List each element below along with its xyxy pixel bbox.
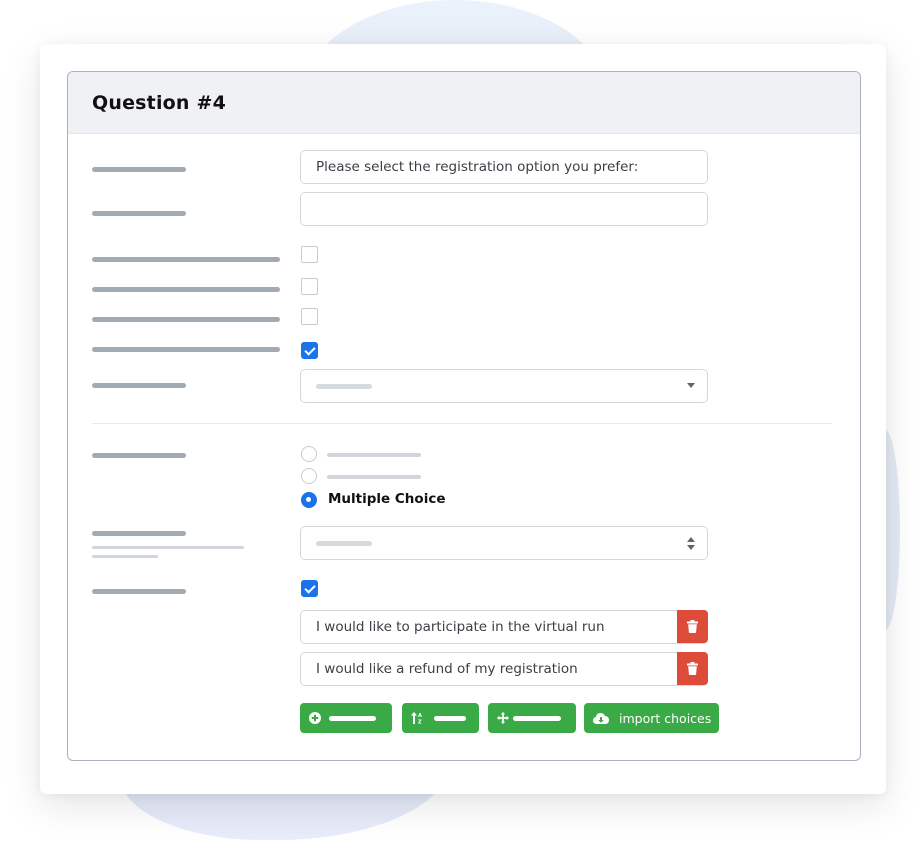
import-choices-button[interactable]: import choices: [584, 703, 719, 733]
option-checkbox[interactable]: [301, 246, 318, 263]
option-checkbox[interactable]: [301, 278, 318, 295]
move-choices-button[interactable]: [488, 703, 576, 733]
field-label-placeholder: [92, 167, 186, 172]
question-text-input[interactable]: Please select the registration option yo…: [300, 150, 708, 184]
choice-input[interactable]: I would like a refund of my registration: [300, 652, 708, 686]
trash-icon: [687, 662, 698, 675]
radio-label-placeholder: [327, 453, 421, 457]
panel-title: Question #4: [92, 91, 227, 114]
button-label-placeholder: [434, 715, 466, 721]
option-checkbox-checked[interactable]: [301, 342, 318, 359]
field-label-placeholder: [92, 257, 280, 262]
question-panel: Question #4 Please select the registrati…: [67, 71, 861, 761]
card: Question #4 Please select the registrati…: [40, 44, 886, 794]
choice-input[interactable]: I would like to participate in the virtu…: [300, 610, 708, 644]
select-value-placeholder: [316, 383, 372, 389]
choice-text: I would like a refund of my registration: [316, 661, 578, 677]
chevron-down-icon: [687, 383, 695, 388]
move-arrows-icon: [497, 712, 509, 724]
radio-label-multiple-choice: Multiple Choice: [328, 491, 446, 507]
field-label-placeholder: [92, 589, 186, 594]
import-choices-label: import choices: [619, 710, 712, 726]
sort-updown-icon: [687, 537, 696, 550]
type-radio[interactable]: [301, 468, 317, 484]
plus-circle-icon: [309, 712, 321, 724]
setting-checkbox-checked[interactable]: [301, 580, 318, 597]
radio-label-placeholder: [327, 475, 421, 479]
delete-choice-button[interactable]: [677, 652, 708, 685]
section-divider: [92, 423, 832, 424]
field-label-placeholder: [92, 453, 186, 458]
add-choice-button[interactable]: [300, 703, 392, 733]
trash-icon: [687, 620, 698, 633]
dropdown-select[interactable]: [300, 369, 708, 403]
field-label-placeholder: [92, 383, 186, 388]
type-select[interactable]: [300, 526, 708, 560]
panel-header: Question #4: [68, 72, 860, 134]
field-label-placeholder: [92, 287, 280, 292]
field-help-placeholder: [92, 546, 244, 549]
field-label-placeholder: [92, 347, 280, 352]
sort-alpha-icon: A Z: [411, 712, 422, 725]
button-label-placeholder: [513, 715, 561, 721]
button-label-placeholder: [329, 715, 376, 721]
delete-choice-button[interactable]: [677, 610, 708, 643]
sort-choices-button[interactable]: A Z: [402, 703, 479, 733]
field-help-placeholder: [92, 555, 158, 558]
choice-text: I would like to participate in the virtu…: [316, 619, 605, 635]
type-radio[interactable]: [301, 446, 317, 462]
svg-text:Z: Z: [418, 720, 422, 725]
type-radio-multiple-choice[interactable]: [301, 492, 317, 508]
field-label-placeholder: [92, 211, 186, 216]
field-label-placeholder: [92, 531, 186, 536]
field-label-placeholder: [92, 317, 280, 322]
select-value-placeholder: [316, 540, 372, 546]
cloud-download-icon: [593, 713, 609, 724]
svg-text:A: A: [418, 713, 422, 719]
secondary-text-input[interactable]: [300, 192, 708, 226]
option-checkbox[interactable]: [301, 308, 318, 325]
